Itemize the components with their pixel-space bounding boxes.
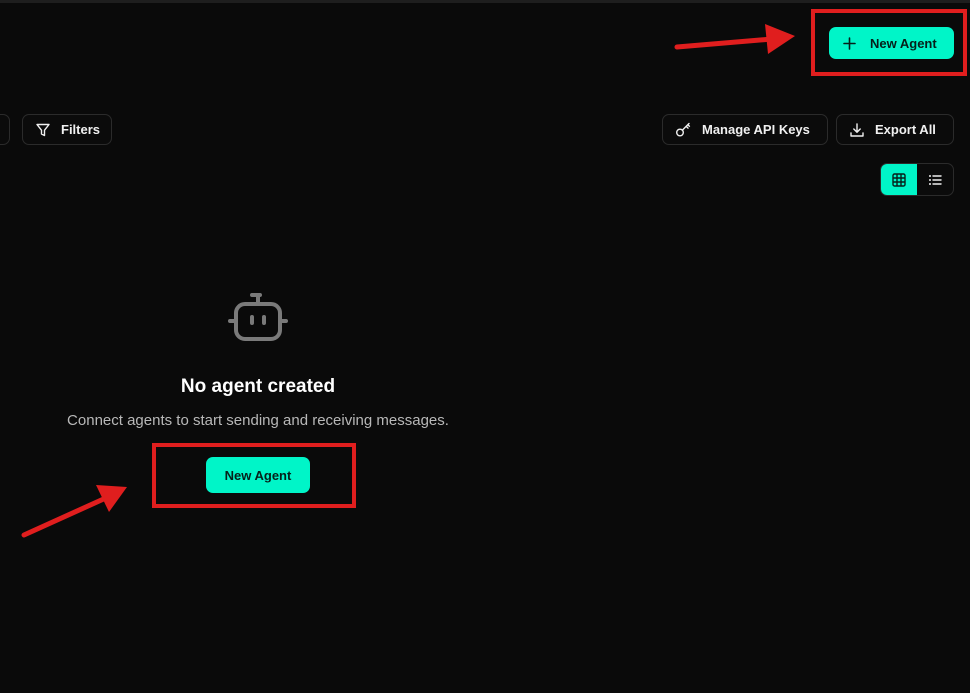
annotation-arrows — [21, 24, 795, 538]
annotation-arrow-center — [21, 485, 127, 538]
agents-page: New Agent Filters Manage API Keys Export… — [0, 0, 970, 693]
annotation-arrow-top — [674, 24, 795, 54]
